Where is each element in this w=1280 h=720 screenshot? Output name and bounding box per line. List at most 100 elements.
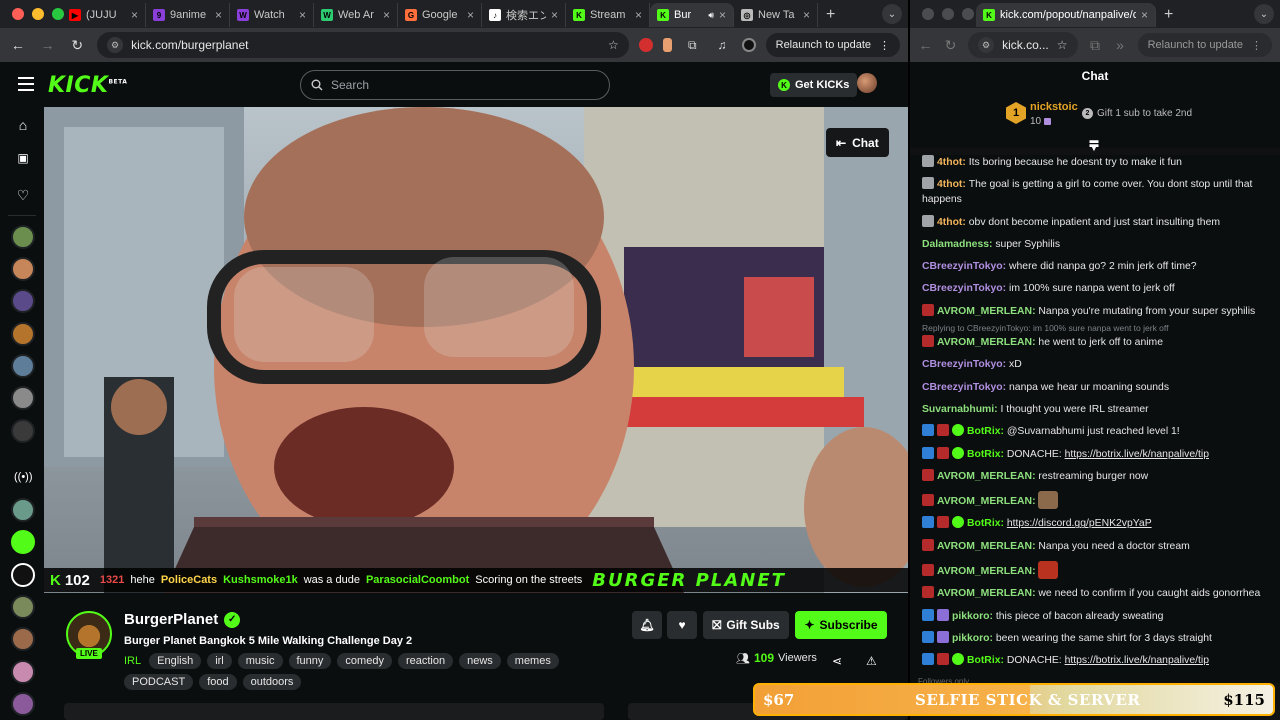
bookmark-star-icon[interactable]: ☆ bbox=[608, 38, 619, 52]
maximize-window-button[interactable] bbox=[962, 8, 974, 20]
chat-username[interactable]: CBreezyinTokyo bbox=[922, 382, 1003, 393]
notification-bell-button[interactable]: 🔔︎ bbox=[632, 611, 662, 639]
chat-username[interactable]: pikkoro bbox=[952, 633, 990, 644]
get-kicks-button[interactable]: K Get KICKs bbox=[770, 73, 858, 97]
chat-username[interactable]: CBreezyinTokyo bbox=[922, 283, 1003, 294]
chat-username[interactable]: Dalamadness bbox=[922, 239, 989, 250]
top-gifter-name[interactable]: nickstoic bbox=[1030, 101, 1078, 113]
browse-icon[interactable]: ▣ bbox=[14, 151, 32, 169]
stream-tag[interactable]: PODCAST bbox=[124, 674, 194, 690]
stream-tag[interactable]: irl bbox=[207, 653, 232, 669]
chat-username[interactable]: 4thot bbox=[937, 179, 962, 190]
collapse-handle-icon[interactable]: ▬ ▬ ▼ bbox=[1087, 136, 1101, 153]
tab-search-button[interactable]: ⌄ bbox=[882, 4, 902, 24]
chat-message[interactable]: CBreezyinTokyo: im 100% sure nanpa went … bbox=[922, 281, 1268, 296]
share-icon[interactable]: ⋖ bbox=[832, 654, 842, 668]
close-tab-icon[interactable]: × bbox=[803, 8, 810, 22]
stream-tag[interactable]: reaction bbox=[397, 653, 454, 669]
extension-icon[interactable] bbox=[638, 38, 653, 52]
chat-message[interactable]: pikkoro: been wearing the same shirt for… bbox=[922, 630, 1268, 646]
close-tab-icon[interactable]: × bbox=[131, 8, 138, 22]
gift-subs-button[interactable]: ⛝ Gift Subs bbox=[703, 611, 789, 639]
chat-message[interactable]: BotRix: @Suvarnabhumi just reached level… bbox=[922, 424, 1268, 439]
chat-message[interactable]: Suvarnabhumi: I thought you were IRL str… bbox=[922, 402, 1268, 417]
chat-message[interactable]: 4thot: The goal is getting a girl to com… bbox=[922, 177, 1268, 207]
browser-tab[interactable]: ▶ (JUJU × bbox=[62, 3, 146, 27]
chat-message[interactable]: Dalamadness: super Syphilis bbox=[922, 237, 1268, 252]
stream-tag[interactable]: news bbox=[459, 653, 501, 669]
chat-username[interactable]: BotRix bbox=[967, 655, 1000, 666]
live-broadcast-icon[interactable]: ((•)) bbox=[14, 471, 33, 489]
chat-message[interactable]: CBreezyinTokyo: xD bbox=[922, 357, 1268, 372]
chat-username[interactable]: AVROM_MERLEAN bbox=[937, 306, 1032, 317]
new-tab-button[interactable]: + bbox=[818, 2, 843, 28]
follow-button[interactable]: ♥ bbox=[667, 611, 697, 639]
chat-link[interactable]: https://botrix.live/k/nanpalive/tip bbox=[1065, 655, 1209, 666]
more-menu-icon[interactable]: ⋮ bbox=[879, 39, 890, 52]
browser-tab[interactable]: ♪ 検索エン × bbox=[482, 3, 566, 27]
close-tab-icon[interactable]: × bbox=[467, 8, 474, 22]
followed-channel-avatar[interactable] bbox=[11, 322, 35, 346]
toggle-chat-button[interactable]: ⇤ Chat bbox=[826, 128, 889, 157]
chat-message[interactable]: AVROM_MERLEAN: bbox=[922, 491, 1268, 510]
chat-message[interactable]: BotRix: DONACHE: https://botrix.live/k/n… bbox=[922, 653, 1268, 668]
close-tab-icon[interactable]: × bbox=[383, 8, 390, 22]
chat-username[interactable]: BotRix bbox=[967, 518, 1000, 529]
chat-username[interactable]: AVROM_MERLEAN bbox=[937, 541, 1032, 552]
chat-username[interactable]: pikkoro bbox=[952, 611, 990, 622]
recommended-channel-avatar[interactable] bbox=[11, 498, 35, 522]
kick-logo[interactable]: KICKBETA bbox=[48, 73, 127, 98]
overflow-icon[interactable]: » bbox=[1113, 37, 1128, 53]
chat-link[interactable]: https://discord.gg/pENK2vpYaP bbox=[1007, 518, 1152, 529]
chat-message[interactable]: AVROM_MERLEAN: Nanpa you need a doctor s… bbox=[922, 538, 1268, 554]
relaunch-button[interactable]: Relaunch to update ⋮ bbox=[1137, 33, 1272, 57]
recommended-channel-avatar[interactable] bbox=[11, 692, 35, 716]
chat-message[interactable]: AVROM_MERLEAN: Nanpa you're mutating fro… bbox=[922, 303, 1268, 319]
browser-tab[interactable]: W Watch × bbox=[230, 3, 314, 27]
chat-username[interactable]: AVROM_MERLEAN bbox=[937, 588, 1032, 599]
stream-tag[interactable]: comedy bbox=[337, 653, 392, 669]
chat-message[interactable]: AVROM_MERLEAN: we need to confirm if you… bbox=[922, 586, 1268, 601]
home-icon[interactable]: ⌂ bbox=[14, 117, 32, 135]
chat-username[interactable]: AVROM_MERLEAN bbox=[937, 496, 1032, 507]
chat-message[interactable]: 4thot: obv dont become inpatient and jus… bbox=[922, 214, 1268, 230]
browser-tab[interactable]: K Stream × bbox=[566, 3, 650, 27]
site-info-icon[interactable]: ⚙ bbox=[978, 37, 995, 53]
address-bar[interactable]: ⚙ kick.co... ☆ bbox=[968, 32, 1078, 58]
media-control-icon[interactable]: ♫ bbox=[712, 38, 732, 52]
recommended-channel-avatar[interactable] bbox=[11, 627, 35, 651]
bookmark-star-icon[interactable]: ☆ bbox=[1057, 38, 1068, 52]
chat-message[interactable]: BotRix: DONACHE: https://botrix.live/k/n… bbox=[922, 446, 1268, 462]
puzzle-icon[interactable]: ⧉ bbox=[682, 38, 702, 53]
chat-message[interactable]: CBreezyinTokyo: nanpa we hear ur moaning… bbox=[922, 380, 1268, 395]
chat-username[interactable]: AVROM_MERLEAN bbox=[937, 566, 1032, 577]
menu-icon[interactable] bbox=[18, 77, 34, 91]
chat-message[interactable]: 4thot: Its boring because he doesnt try … bbox=[922, 155, 1268, 170]
search-input[interactable]: Search bbox=[300, 70, 610, 100]
user-avatar[interactable] bbox=[857, 73, 877, 93]
address-bar[interactable]: ⚙ kick.com/burgerplanet ☆ bbox=[97, 32, 629, 58]
close-tab-icon[interactable]: × bbox=[299, 8, 306, 22]
close-window-button[interactable] bbox=[922, 8, 934, 20]
chat-message[interactable]: BotRix: https://discord.gg/pENK2vpYaP bbox=[922, 516, 1268, 531]
stream-tag[interactable]: funny bbox=[288, 653, 332, 669]
reload-icon[interactable]: ↻ bbox=[67, 37, 87, 54]
subscribe-button[interactable]: ✦ Subscribe bbox=[795, 611, 887, 639]
followed-channel-avatar[interactable] bbox=[11, 225, 35, 249]
video-player[interactable] bbox=[44, 107, 908, 593]
recommended-channel-avatar[interactable] bbox=[11, 563, 35, 587]
tab-chat-popout[interactable]: K kick.com/popout/nanpalive/ch × bbox=[976, 3, 1156, 27]
gift-sub-prompt[interactable]: 2 Gift 1 sub to take 2nd bbox=[1082, 108, 1192, 119]
stream-tag[interactable]: food bbox=[199, 674, 237, 690]
stream-tag[interactable]: memes bbox=[506, 653, 559, 669]
report-icon[interactable]: ⚠ bbox=[866, 654, 877, 668]
followed-channel-avatar[interactable] bbox=[11, 386, 35, 410]
browser-tab[interactable]: 9 9anime × bbox=[146, 3, 230, 27]
chat-message[interactable]: CBreezyinTokyo: where did nanpa go? 2 mi… bbox=[922, 259, 1268, 274]
extension-icon[interactable] bbox=[662, 38, 673, 52]
more-menu-icon[interactable]: ⋮ bbox=[1251, 39, 1262, 52]
chat-username[interactable]: AVROM_MERLEAN bbox=[937, 337, 1032, 348]
chat-message[interactable]: AVROM_MERLEAN: he went to jerk off to an… bbox=[922, 335, 1268, 350]
close-tab-icon[interactable]: × bbox=[719, 8, 726, 22]
browser-tab[interactable]: W Web Ar × bbox=[314, 3, 398, 27]
